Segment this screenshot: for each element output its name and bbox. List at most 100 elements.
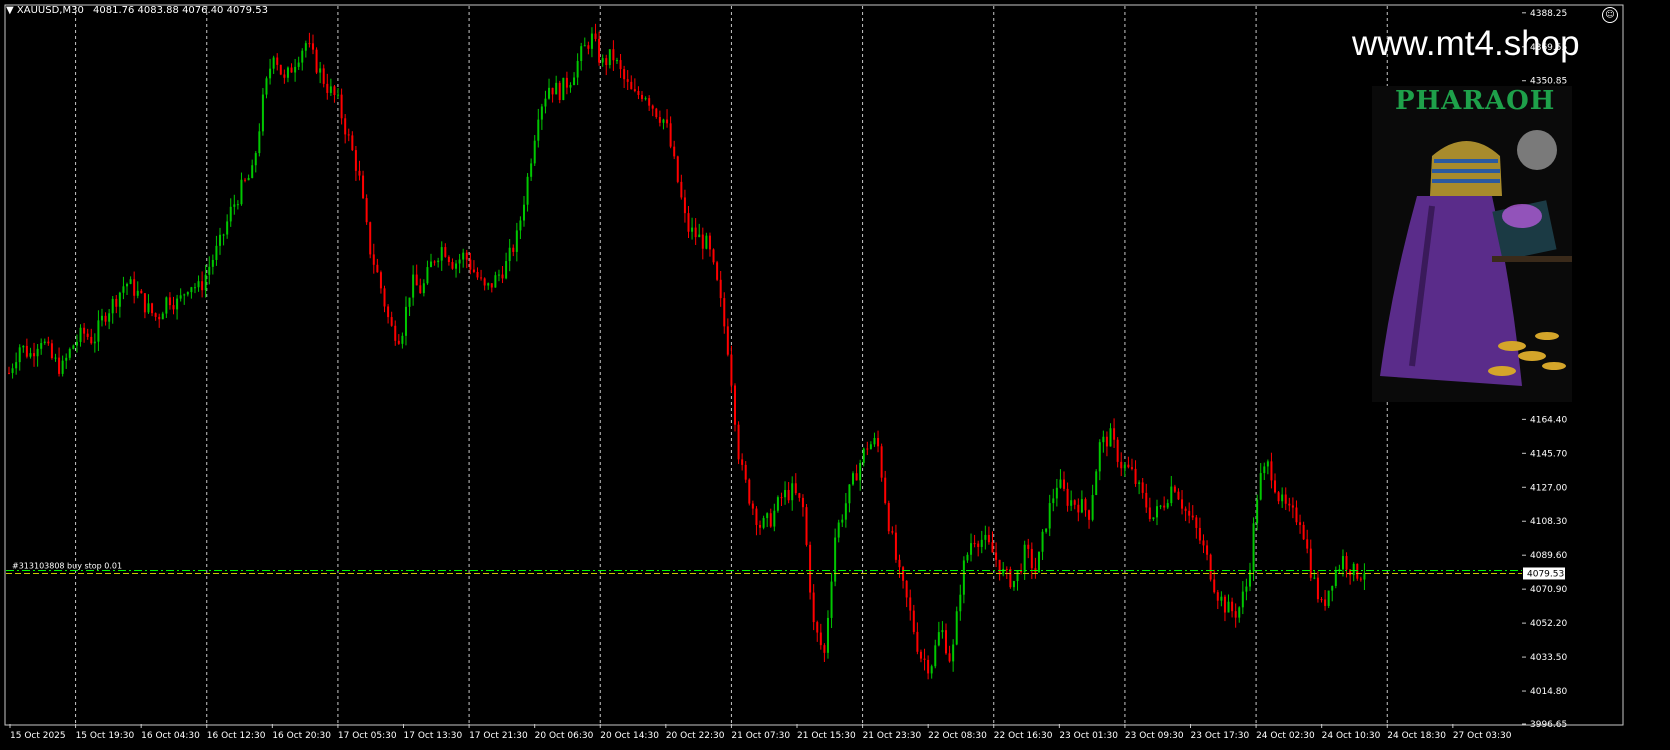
candle-body bbox=[637, 91, 640, 95]
candle-body bbox=[294, 66, 297, 73]
candle-body bbox=[433, 261, 436, 263]
current-price-label: 4079.53 bbox=[1527, 569, 1564, 579]
candle-body bbox=[515, 230, 518, 252]
candle-body bbox=[1191, 515, 1194, 518]
candle-body bbox=[430, 261, 433, 268]
candle-body bbox=[1256, 499, 1259, 524]
candle-body bbox=[347, 134, 350, 136]
candle-body bbox=[1002, 568, 1005, 575]
candle-body bbox=[297, 62, 300, 67]
candle-body bbox=[1359, 578, 1362, 580]
x-tick-label: 17 Oct 21:30 bbox=[469, 731, 528, 741]
candle-body bbox=[176, 298, 179, 310]
candle-body bbox=[1127, 464, 1130, 468]
candle-body bbox=[612, 49, 615, 61]
candle-body bbox=[973, 543, 976, 545]
dropdown-arrow-icon[interactable]: ▼ bbox=[6, 5, 14, 16]
candle-body bbox=[236, 204, 239, 206]
candle-body bbox=[244, 179, 247, 181]
candle-body bbox=[462, 252, 465, 260]
candle-body bbox=[952, 644, 955, 662]
x-tick-label: 23 Oct 17:30 bbox=[1191, 731, 1250, 741]
candle-body bbox=[65, 357, 68, 361]
candle-body bbox=[1320, 599, 1323, 601]
candle-body bbox=[1012, 580, 1015, 588]
candle-body bbox=[204, 274, 207, 291]
candle-body bbox=[598, 38, 601, 63]
candle-body bbox=[1306, 539, 1309, 549]
candle-body bbox=[1009, 569, 1012, 588]
candle-body bbox=[809, 544, 812, 593]
y-tick-label: 4108.30 bbox=[1530, 517, 1567, 527]
candle-body bbox=[329, 86, 332, 93]
candle-body bbox=[15, 362, 18, 369]
candle-body bbox=[977, 543, 980, 547]
candle-body bbox=[1109, 428, 1112, 447]
candle-body bbox=[866, 448, 869, 450]
candle-body bbox=[837, 522, 840, 538]
candle-body bbox=[1113, 428, 1116, 440]
candle-body bbox=[1030, 548, 1033, 569]
candle-body bbox=[47, 341, 50, 344]
candle-body bbox=[1213, 579, 1216, 593]
candle-body bbox=[1209, 554, 1212, 580]
candle-body bbox=[980, 539, 983, 547]
candle-body bbox=[412, 274, 415, 298]
candle-body bbox=[666, 119, 669, 124]
candle-body bbox=[1227, 601, 1230, 613]
candle-body bbox=[168, 297, 171, 306]
candle-body bbox=[1059, 479, 1062, 488]
candle-body bbox=[1138, 482, 1141, 484]
candle-body bbox=[1231, 601, 1234, 612]
candle-body bbox=[759, 524, 762, 528]
candle-body bbox=[319, 68, 322, 73]
candle-body bbox=[726, 326, 729, 355]
candle-body bbox=[25, 345, 28, 357]
x-tick-label: 20 Oct 22:30 bbox=[666, 731, 725, 741]
candle-body bbox=[537, 119, 540, 141]
candle-body bbox=[909, 597, 912, 611]
candle-body bbox=[998, 559, 1001, 575]
candle-body bbox=[1245, 586, 1248, 592]
candle-body bbox=[533, 140, 536, 164]
x-tick-label: 22 Oct 16:30 bbox=[994, 731, 1053, 741]
candle-body bbox=[315, 49, 318, 73]
y-tick-label: 4127.00 bbox=[1530, 483, 1567, 493]
candle-body bbox=[1291, 505, 1294, 508]
candle-body bbox=[748, 479, 751, 504]
x-tick-label: 16 Oct 04:30 bbox=[141, 731, 200, 741]
candle-body bbox=[580, 46, 583, 61]
candle-body bbox=[655, 108, 658, 118]
candle-body bbox=[558, 82, 561, 100]
candle-body bbox=[626, 79, 629, 82]
candle-body bbox=[79, 327, 82, 342]
candle-body bbox=[1005, 568, 1008, 570]
candle-body bbox=[737, 424, 740, 460]
candle-body bbox=[1134, 468, 1137, 484]
expert-smiley-icon[interactable]: ☺ bbox=[1602, 7, 1618, 23]
candle-body bbox=[54, 357, 57, 359]
candle-body bbox=[1088, 510, 1091, 520]
candle-body bbox=[469, 259, 472, 270]
candle-body bbox=[40, 343, 43, 349]
x-tick-label: 22 Oct 08:30 bbox=[928, 731, 987, 741]
candle-body bbox=[1041, 531, 1044, 552]
candle-body bbox=[705, 235, 708, 249]
x-tick-label: 24 Oct 18:30 bbox=[1387, 731, 1446, 741]
candle-body bbox=[919, 651, 922, 659]
candle-body bbox=[251, 165, 254, 178]
candle-body bbox=[1170, 486, 1173, 504]
candle-body bbox=[1027, 544, 1030, 549]
candle-body bbox=[712, 249, 715, 263]
candle-body bbox=[891, 531, 894, 533]
candle-body bbox=[1163, 505, 1166, 508]
candle-body bbox=[762, 518, 765, 528]
candle-body bbox=[408, 297, 411, 307]
candle-body bbox=[619, 60, 622, 70]
candle-body bbox=[122, 286, 125, 293]
candle-body bbox=[1252, 523, 1255, 572]
candle-body bbox=[147, 303, 150, 313]
candle-body bbox=[115, 298, 118, 307]
candle-body bbox=[1324, 599, 1327, 606]
candle-body bbox=[33, 353, 36, 357]
